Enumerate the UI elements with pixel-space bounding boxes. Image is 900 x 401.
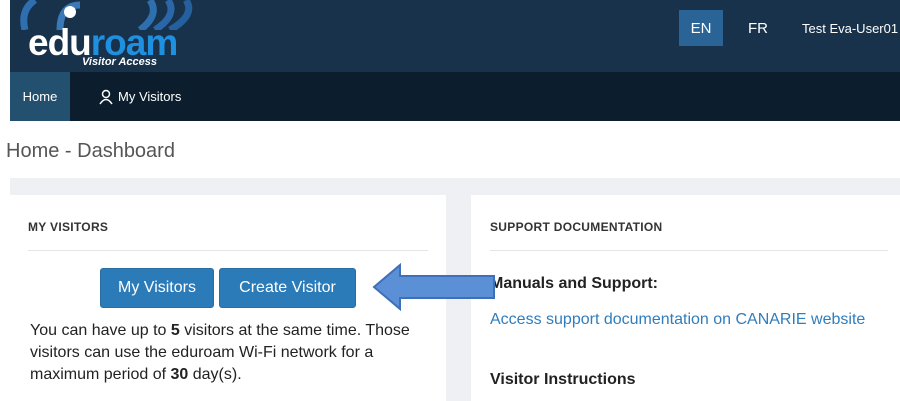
panel-divider xyxy=(490,250,888,251)
user-icon xyxy=(99,89,113,104)
page-title: Home - Dashboard xyxy=(6,140,175,162)
max-days-value: 30 xyxy=(170,366,189,383)
nav-home[interactable]: Home xyxy=(10,72,70,121)
create-visitor-button[interactable]: Create Visitor xyxy=(219,268,356,308)
user-menu-dropdown[interactable]: Test Eva-User01 ⌄ xyxy=(802,10,900,46)
manuals-heading: Manuals and Support: xyxy=(490,275,658,292)
left-arrow-callout-icon xyxy=(372,263,495,311)
language-fr-button[interactable]: FR xyxy=(736,10,780,46)
nav-my-visitors-label: My Visitors xyxy=(118,89,182,104)
main-nav: Home My Visitors xyxy=(10,72,900,121)
panel-divider xyxy=(28,250,428,251)
logo-subtitle: Visitor Access xyxy=(82,56,158,68)
max-visitors-value: 5 xyxy=(170,322,180,339)
my-visitors-heading: MY VISITORS xyxy=(28,220,109,234)
language-en-button[interactable]: EN xyxy=(679,10,723,46)
canarie-support-link[interactable]: Access support documentation on CANARIE … xyxy=(490,309,880,331)
my-visitors-button[interactable]: My Visitors xyxy=(100,268,214,308)
nav-my-visitors[interactable]: My Visitors xyxy=(98,72,181,121)
user-name: Test Eva-User01 xyxy=(802,20,899,36)
top-header: eduroam Visitor Access EN FR Test Eva-Us… xyxy=(10,0,900,72)
visitor-instructions-heading: Visitor Instructions xyxy=(490,371,636,388)
support-heading: SUPPORT DOCUMENTATION xyxy=(490,220,663,234)
visitor-limit-description: You can have up to 5 visitors at the sam… xyxy=(30,322,410,383)
